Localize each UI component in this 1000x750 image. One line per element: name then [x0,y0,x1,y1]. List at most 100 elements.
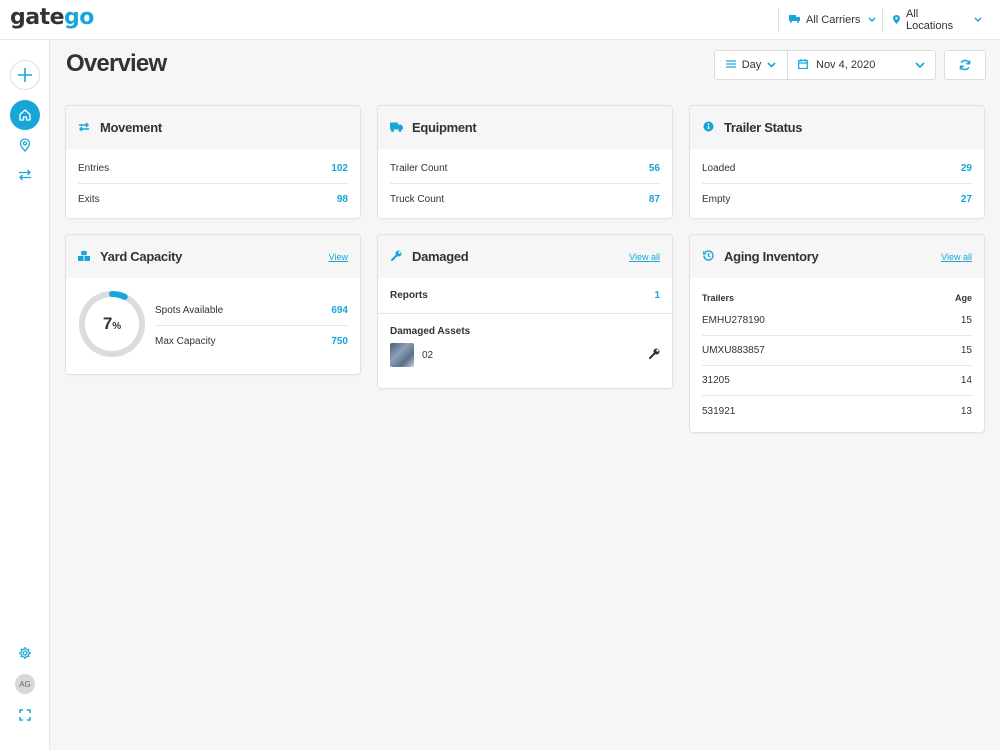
plus-icon [18,68,32,82]
locations-filter[interactable]: All Locations [882,8,982,32]
table-row: 31205 14 [702,366,972,396]
fullscreen-button[interactable] [10,700,40,730]
reports-value: 1 [654,290,660,301]
date-value: Nov 4, 2020 [816,59,876,71]
table-header: Trailers Age [690,278,984,306]
list-item: Max Capacity 750 [155,326,348,356]
card-title: Movement [100,120,162,135]
reports-row: Reports 1 [378,278,672,314]
gear-icon [19,647,31,659]
list-item: Entries 102 [78,154,348,184]
period-dropdown[interactable]: Day [715,51,788,79]
date-picker[interactable]: Nov 4, 2020 [788,51,935,79]
sidebar-item-home[interactable] [10,100,40,130]
card-header: Trailer Status [690,106,984,149]
row-value: 102 [331,163,348,174]
refresh-icon [959,59,971,71]
card-header: Damaged View all [378,235,672,278]
trailer-age: 15 [960,315,972,326]
view-link[interactable]: View [329,252,348,262]
wrench-icon [390,250,402,264]
home-icon [19,109,31,121]
chevron-down-icon [974,15,982,25]
top-bar: gatego All Carriers All Locations [0,0,1000,40]
list-item: Exits 98 [78,184,348,214]
card-title: Yard Capacity [100,249,183,264]
card-title: Equipment [412,120,477,135]
row-value: 87 [648,193,660,205]
card-header: Movement [66,106,360,149]
asset-thumbnail [390,343,414,367]
boxes-icon [78,250,90,264]
table-row: UMXU883857 15 [702,336,972,366]
avatar[interactable]: AG [15,674,35,694]
card-title: Aging Inventory [724,249,819,264]
list-item: Truck Count 87 [390,184,660,214]
view-all-link[interactable]: View all [941,252,972,262]
sidebar-item-locations[interactable] [10,130,40,160]
info-icon [702,121,714,135]
percent-value: 7 [102,314,113,333]
column-header-trailers: Trailers [702,293,735,303]
row-label: Trailer Count [390,163,448,174]
row-value: 98 [336,193,348,205]
period-selector: Day Nov 4, 2020 [714,50,936,80]
logo-text-go: go [64,5,94,30]
period-label: Day [741,59,762,71]
calendar-icon [798,58,808,72]
app-logo[interactable]: gatego [10,5,94,30]
wrench-icon[interactable] [649,348,660,362]
trailer-id: 31205 [702,375,730,386]
refresh-button[interactable] [944,50,986,80]
trailer-id: UMXU883857 [702,345,765,356]
row-value: 750 [331,335,348,347]
settings-button[interactable] [10,638,40,668]
reports-label: Reports [390,290,428,301]
equipment-card: Equipment Trailer Count 56 Truck Count 8… [377,105,673,219]
view-all-link[interactable]: View all [629,252,660,262]
locations-filter-label: All Locations [906,8,954,32]
damaged-card: Damaged View all Reports 1 Damaged Asset… [377,234,673,389]
movement-icon [78,121,90,135]
add-button[interactable] [10,60,40,90]
carriers-filter[interactable]: All Carriers [778,8,882,32]
row-value: 27 [960,193,972,205]
row-label: Loaded [702,163,736,174]
card-header: Equipment [378,106,672,149]
row-label: Empty [702,193,731,205]
chevron-down-icon [767,60,776,71]
damaged-assets-heading: Damaged Assets [390,326,471,337]
card-header: Aging Inventory View all [690,235,984,278]
row-value: 29 [960,163,972,174]
table-row: 531921 13 [702,396,972,426]
trailer-id: EMHU278190 [702,315,765,326]
chevron-down-icon [868,15,876,25]
list-item: Trailer Count 56 [390,154,660,184]
history-icon [702,249,714,264]
damaged-asset-item[interactable]: 02 [378,343,672,367]
carriers-filter-label: All Carriers [806,14,861,26]
list-item: Empty 27 [702,184,972,214]
page-title: Overview [66,50,167,77]
trailer-status-card: Trailer Status Loaded 29 Empty 27 [689,105,985,219]
percent-unit: % [112,320,122,332]
trailer-age: 15 [960,345,972,356]
list-item: Spots Available 694 [155,296,348,326]
row-label: Exits [78,193,100,205]
fullscreen-icon [19,709,31,721]
truck-icon [789,15,800,25]
movement-icon [19,169,31,181]
trailer-age: 13 [960,405,972,417]
asset-id: 02 [422,349,434,361]
logo-text-gate: gate [10,5,65,30]
card-title: Trailer Status [724,120,803,135]
list-item: Loaded 29 [702,154,972,184]
avatar-initials: AG [19,679,31,689]
location-icon [19,138,31,152]
chevron-down-icon [915,60,925,71]
card-title: Damaged [412,249,469,264]
table-row: EMHU278190 15 [702,306,972,336]
aging-inventory-card: Aging Inventory View all Trailers Age EM… [689,234,985,433]
list-icon [725,59,736,71]
sidebar-item-movement[interactable] [10,160,40,190]
